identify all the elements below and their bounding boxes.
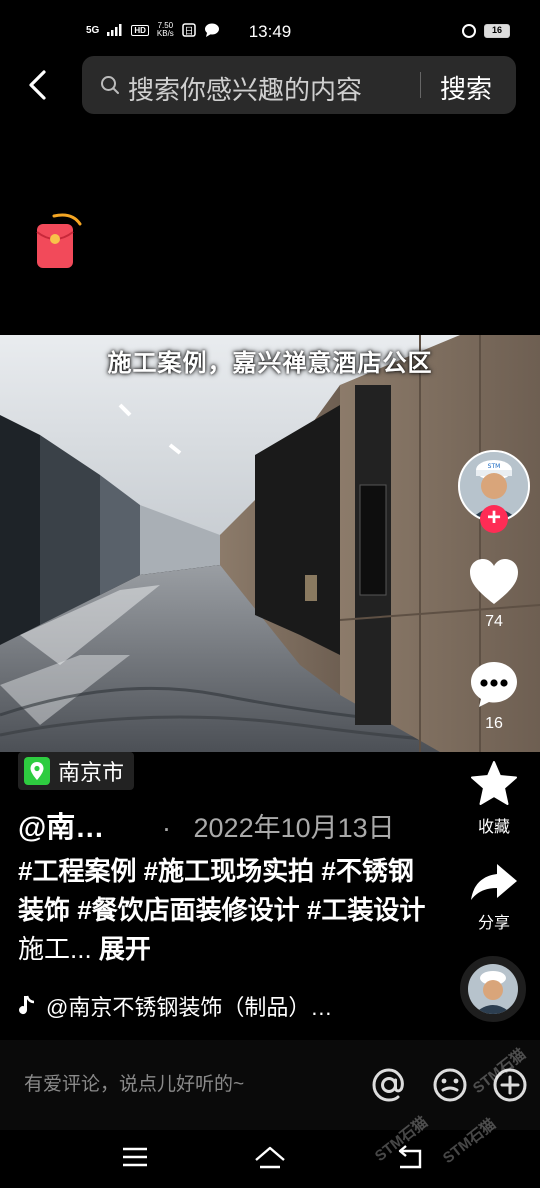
- home-icon[interactable]: [253, 1142, 287, 1172]
- star-icon: [471, 761, 517, 805]
- search-button[interactable]: 搜索: [440, 69, 492, 106]
- like-count: 74: [485, 613, 503, 630]
- video-caption: 施工案例，嘉兴禅意酒店公区: [107, 350, 433, 377]
- location-pin-icon: [24, 757, 50, 785]
- favorite-label: 收藏: [477, 819, 510, 836]
- music-line[interactable]: @南京不锈钢装饰（制品）…: [18, 990, 332, 1022]
- svg-text:STM: STM: [488, 463, 501, 470]
- location-tag[interactable]: 南京市: [18, 752, 135, 790]
- clock: 13:49: [248, 22, 292, 41]
- search-divider: [420, 72, 421, 98]
- emoji-icon[interactable]: [431, 1066, 469, 1104]
- status-bar: 5G HD 7.50 KB/s 日 13:49 16: [0, 0, 540, 48]
- favorite-button[interactable]: 收藏: [460, 760, 528, 837]
- share-label: 分享: [477, 915, 510, 932]
- comment-icon: [471, 662, 517, 707]
- comment-button[interactable]: 16: [460, 660, 528, 733]
- back-button[interactable]: [22, 68, 56, 102]
- comment-input[interactable]: 有爱评论，说点儿好听的~: [24, 1069, 244, 1096]
- battery-indicator: 16: [484, 24, 510, 38]
- share-icon: [471, 864, 517, 900]
- alarm-icon: [462, 24, 476, 38]
- disc-cover-image: [468, 964, 518, 1014]
- share-button[interactable]: 分享: [460, 862, 528, 933]
- date-separator: ·: [162, 813, 171, 843]
- comment-count: 16: [485, 715, 503, 732]
- music-title: @南京不锈钢装饰（制品）…: [46, 995, 333, 1020]
- menu-icon[interactable]: [118, 1142, 152, 1172]
- heart-icon: [470, 559, 518, 604]
- description-tags[interactable]: #工程案例 #施工现场实拍 #不锈钢装饰 #餐饮店面装修设计 #工装设计: [18, 856, 425, 925]
- mention-icon[interactable]: [370, 1066, 408, 1104]
- location-text: 南京市: [58, 760, 125, 785]
- video-frame: [0, 335, 540, 752]
- search-input[interactable]: 搜索你感兴趣的内容: [128, 70, 362, 107]
- date-value: 2022年10月13日: [193, 813, 395, 843]
- search-icon: [101, 76, 119, 94]
- music-disc[interactable]: [460, 956, 526, 1022]
- comment-bar: 有爱评论，说点儿好听的~: [0, 1040, 540, 1130]
- search-bar[interactable]: 搜索你感兴趣的内容 搜索: [82, 56, 516, 114]
- like-button[interactable]: 74: [460, 558, 528, 631]
- follow-button[interactable]: +: [480, 505, 508, 533]
- red-packet-icon[interactable]: [34, 210, 84, 270]
- status-right: 16: [462, 24, 510, 38]
- video-player[interactable]: 施工案例，嘉兴禅意酒店公区: [0, 335, 540, 752]
- post-date: · 2022年10月13日: [162, 806, 395, 845]
- author-name[interactable]: @南…: [18, 804, 104, 846]
- description-tail: 施工...: [18, 934, 92, 964]
- expand-link[interactable]: 展开: [92, 934, 151, 964]
- post-description[interactable]: #工程案例 #施工现场实拍 #不锈钢装饰 #餐饮店面装修设计 #工装设计 施工.…: [18, 852, 438, 969]
- music-note-icon: [19, 995, 35, 1015]
